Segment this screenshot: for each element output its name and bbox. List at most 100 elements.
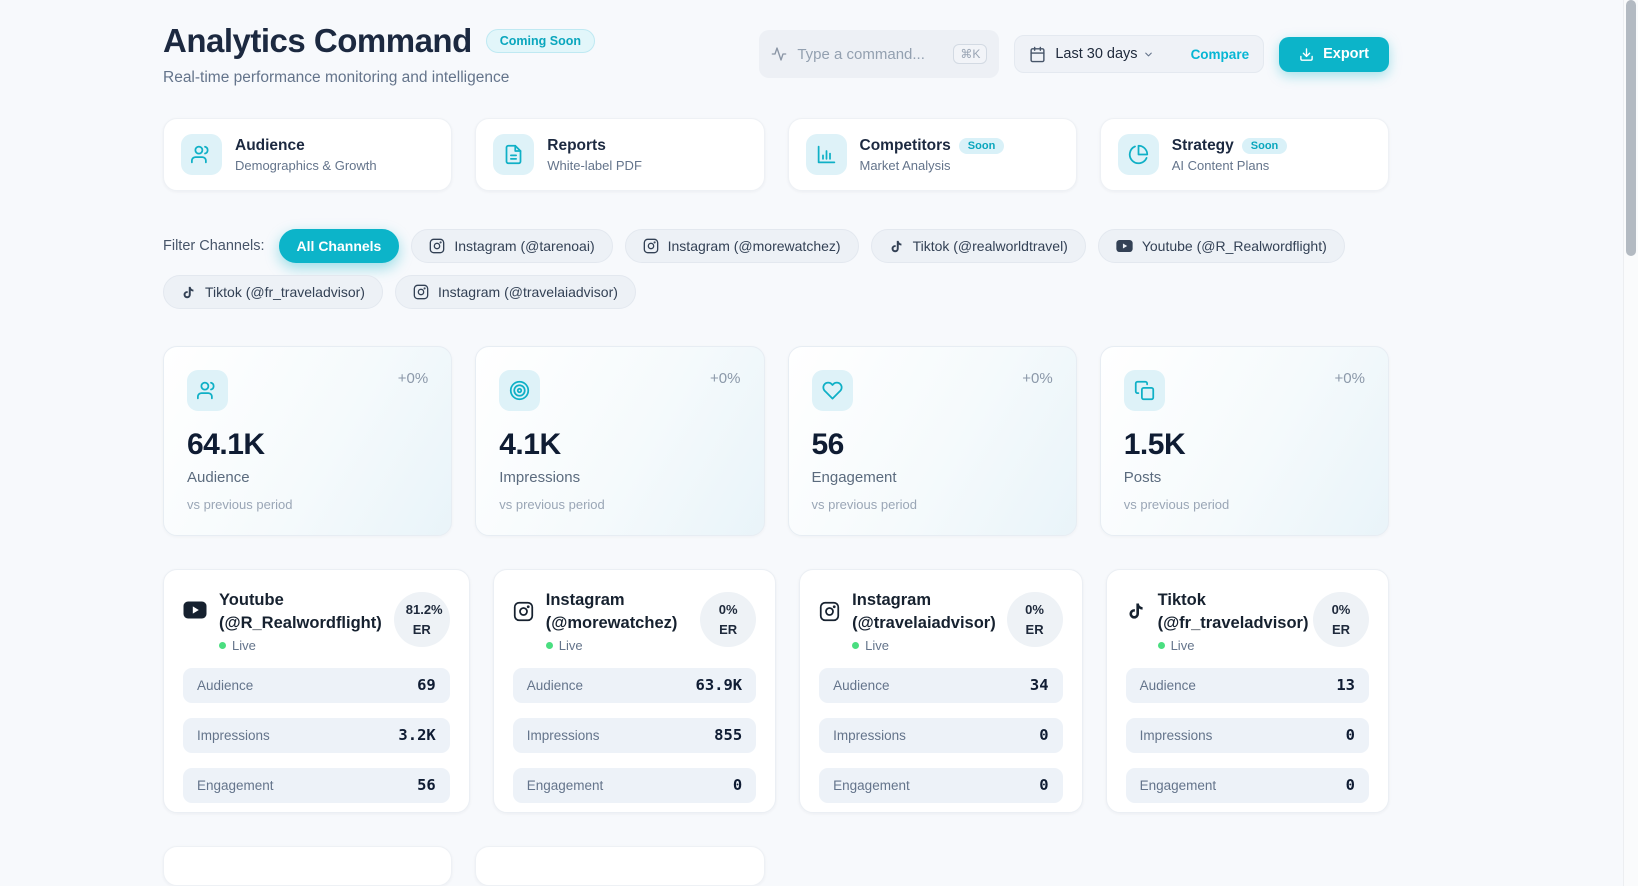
scrollbar-thumb[interactable] [1626, 0, 1636, 256]
filter-instagram-morewatchez[interactable]: Instagram (@morewatchez) [624, 229, 859, 263]
metric-label: Engagement [833, 777, 910, 793]
metric-value: 13 [1336, 676, 1355, 695]
next-row-partial [163, 845, 1389, 886]
soon-badge: Soon [1241, 137, 1288, 154]
copy-icon [1123, 370, 1165, 411]
filter-instagram-travelaiadvisor[interactable]: Instagram (@travelaiadvisor) [394, 275, 636, 309]
activity-icon [771, 46, 787, 62]
metric-value: 56 [417, 776, 436, 795]
metric-row: Impressions 3.2K [183, 717, 450, 753]
stat-card-posts: +0% 1.5K Posts vs previous period [1099, 346, 1389, 536]
live-label: Live [232, 637, 256, 653]
stat-card-engagement: +0% 56 Engagement vs previous period [787, 346, 1077, 536]
metric-row: Impressions 0 [819, 717, 1063, 753]
metric-label: Audience [197, 677, 254, 693]
metric-value: 34 [1029, 676, 1049, 695]
metric-label: Impressions [833, 727, 906, 743]
channel-card-youtube: Youtube (@R_Realwordflight) Live 81.2% E… [163, 569, 470, 813]
filter-youtube-realwordflight[interactable]: Youtube (@R_Realwordflight) [1097, 229, 1345, 263]
metric-value: 63.9K [695, 676, 743, 695]
filter-label: Youtube (@R_Realwordflight) [1141, 238, 1327, 254]
channel-filters: Filter Channels: All Channels Instagram … [163, 229, 1389, 309]
command-input[interactable] [797, 45, 944, 63]
instagram-icon [643, 238, 659, 254]
analytics-dashboard: Analytics Command Coming Soon Real-time … [163, 0, 1389, 886]
filter-all-channels[interactable]: All Channels [278, 229, 400, 263]
metric-row: Audience 63.9K [512, 667, 757, 703]
filter-label: Instagram (@travelaiadvisor) [437, 284, 618, 300]
stat-card-audience: +0% 64.1K Audience vs previous period [163, 346, 453, 536]
export-button-label: Export [1323, 46, 1369, 62]
heart-icon [811, 370, 853, 411]
soon-badge: Soon [958, 137, 1005, 154]
metric-value: 0 [1345, 776, 1355, 795]
channel-name: Tiktok (@fr_traveladvisor) [1157, 591, 1309, 632]
stat-label: Engagement [811, 469, 897, 486]
nav-card-subtitle: Demographics & Growth [235, 157, 377, 173]
metric-label: Engagement [1139, 777, 1217, 793]
metric-value: 0 [1345, 726, 1355, 745]
partial-card [475, 845, 765, 886]
channel-name: Instagram (@travelaiadvisor) [852, 591, 996, 632]
live-label: Live [1170, 637, 1195, 653]
nav-card-title: Audience [235, 136, 305, 154]
metric-label: Audience [526, 677, 584, 693]
stat-note: vs previous period [1123, 497, 1230, 512]
stat-value: 64.1K [187, 428, 265, 461]
filter-tiktok-fr-traveladvisor[interactable]: Tiktok (@fr_traveladvisor) [163, 275, 383, 309]
live-dot [1157, 641, 1165, 649]
stat-value: 56 [811, 428, 845, 461]
metric-row: Audience 34 [819, 667, 1063, 703]
metric-row: Audience 69 [183, 667, 450, 703]
partial-card [163, 845, 453, 886]
date-range-label: Last 30 days [1055, 46, 1138, 62]
instagram-icon [429, 238, 445, 254]
keyboard-shortcut-badge: ⌘K [953, 44, 988, 64]
metric-label: Audience [833, 677, 890, 693]
live-label: Live [865, 637, 890, 653]
export-button[interactable]: Export [1279, 36, 1389, 72]
file-text-icon [493, 134, 535, 175]
metric-row: Engagement 0 [1125, 767, 1369, 803]
stat-note: vs previous period [811, 497, 918, 512]
nav-card-subtitle: White-label PDF [547, 157, 642, 173]
engagement-rate-badge: 0% ER [1312, 592, 1369, 647]
metric-row: Audience 13 [1125, 667, 1369, 703]
stat-label: Impressions [499, 469, 581, 486]
youtube-icon [1116, 239, 1133, 253]
metric-value: 0 [732, 776, 743, 795]
channel-name: Youtube (@R_Realwordflight) [219, 591, 382, 632]
nav-card-title: Strategy [1171, 136, 1234, 154]
nav-cards-row: Audience Demographics & Growth Reports W… [163, 118, 1389, 191]
metric-value: 69 [417, 676, 436, 695]
tiktok-icon [1126, 601, 1146, 621]
stat-label: Audience [187, 469, 250, 486]
compare-link[interactable]: Compare [1191, 47, 1250, 62]
calendar-icon [1029, 46, 1046, 63]
nav-card-audience[interactable]: Audience Demographics & Growth [163, 118, 453, 191]
nav-card-title: Competitors [859, 136, 951, 154]
date-range-control[interactable]: Last 30 days Compare [1014, 35, 1265, 73]
filter-tiktok-realworldtravel[interactable]: Tiktok (@realworldtravel) [870, 229, 1086, 263]
live-dot [545, 641, 553, 649]
metric-value: 0 [1039, 726, 1049, 745]
metric-label: Impressions [197, 727, 270, 743]
filter-label: Tiktok (@realworldtravel) [912, 238, 1068, 254]
filter-label: Instagram (@tarenoai) [454, 238, 595, 254]
metric-value: 3.2K [398, 726, 436, 745]
page-subtitle: Real-time performance monitoring and int… [163, 69, 510, 86]
channel-card-tiktok-fr-traveladvisor: Tiktok (@fr_traveladvisor) Live 0% ER Au… [1105, 569, 1389, 813]
nav-card-reports[interactable]: Reports White-label PDF [475, 118, 765, 191]
stat-card-impressions: +0% 4.1K Impressions vs previous period [475, 346, 765, 536]
page-title: Analytics Command [163, 22, 472, 59]
live-dot [219, 641, 226, 649]
nav-card-competitors[interactable]: Competitors Soon Market Analysis [787, 118, 1077, 191]
filters-label: Filter Channels: [163, 238, 265, 254]
nav-card-strategy[interactable]: Strategy Soon AI Content Plans [1099, 118, 1389, 191]
page-header: Analytics Command Coming Soon Real-time … [163, 22, 1389, 87]
header-controls: ⌘K Last 30 days Compare Export [759, 30, 1389, 78]
vertical-scrollbar[interactable] [1623, 0, 1638, 886]
filter-instagram-tarenoai[interactable]: Instagram (@tarenoai) [411, 229, 613, 263]
command-palette-box[interactable]: ⌘K [759, 30, 1000, 78]
tiktok-icon [889, 239, 904, 254]
